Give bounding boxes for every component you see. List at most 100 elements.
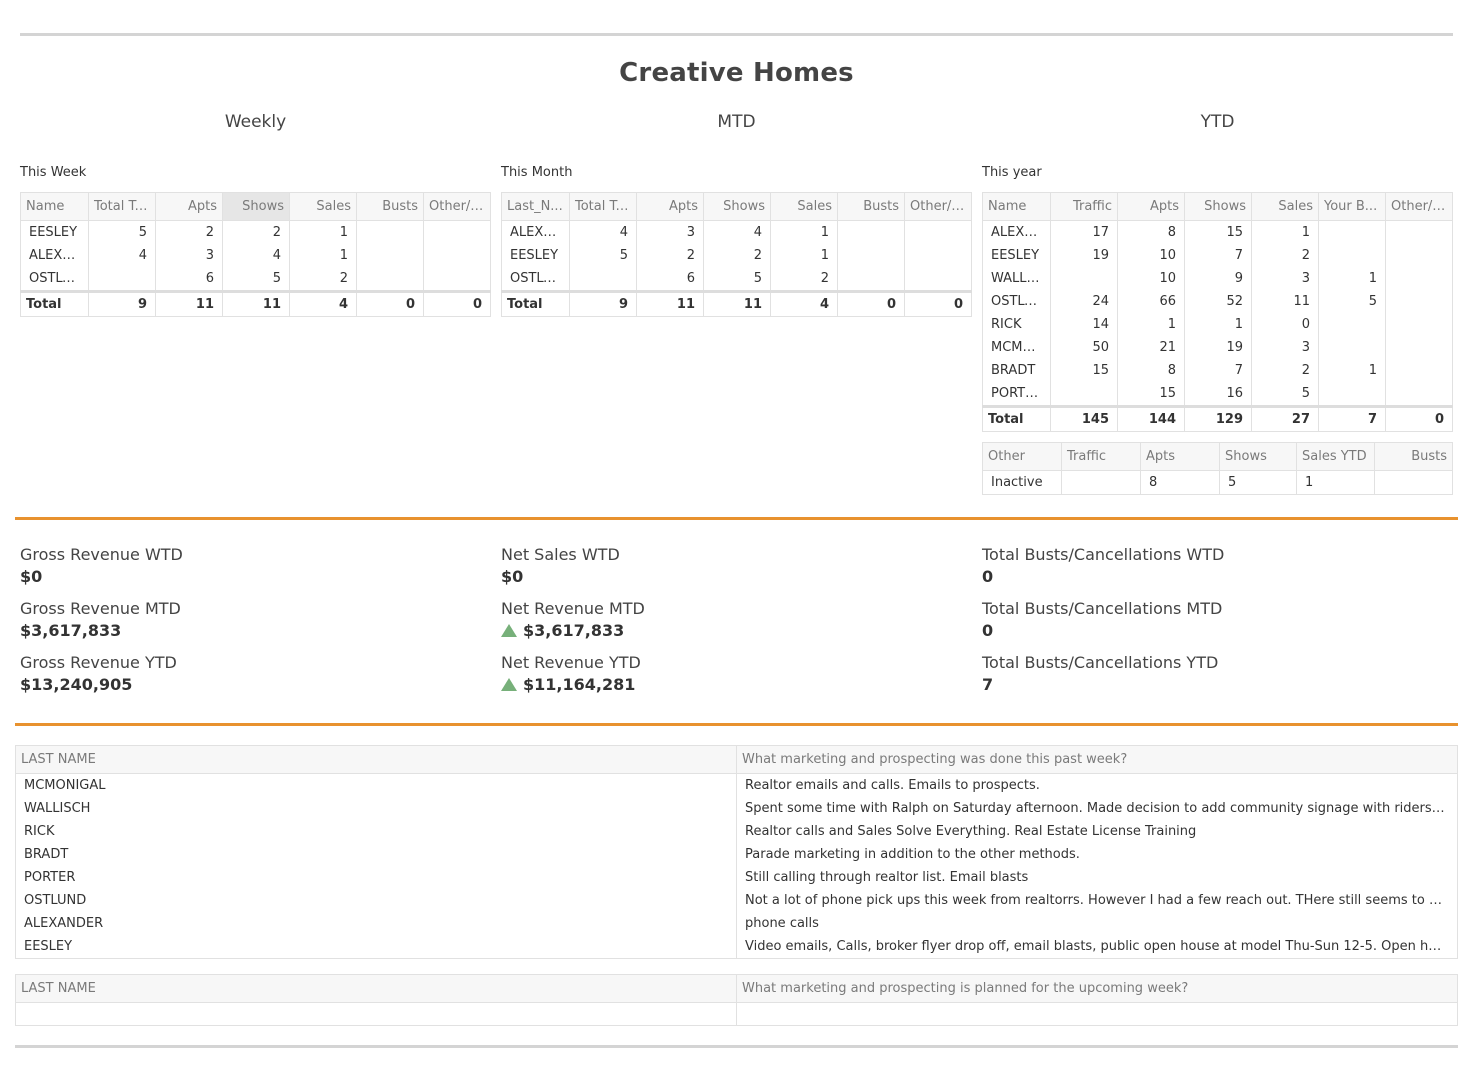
table-cell: 3 — [1251, 267, 1319, 290]
column-header[interactable]: Total Tr... — [569, 192, 637, 221]
table-cell: 3 — [636, 220, 704, 244]
table-cell: RICK — [15, 820, 737, 843]
table-cell: 5 — [222, 267, 290, 292]
kpi-value: $3,617,833 — [20, 621, 122, 640]
table-cell: 1 — [289, 244, 357, 267]
table-cell: 8 — [1117, 220, 1185, 244]
column-header[interactable]: LAST NAME — [15, 745, 737, 774]
section-weekly-heading: Weekly — [224, 112, 287, 132]
total-cell: Total — [20, 290, 89, 317]
table-row: MCMO... 50 21 19 3 — [982, 336, 1453, 359]
column-header[interactable]: Apts — [155, 192, 223, 221]
kpi-label: Gross Revenue WTD — [20, 545, 183, 564]
table-cell — [1385, 290, 1453, 313]
column-header[interactable]: Last_N... — [501, 192, 570, 221]
table-cell — [1318, 382, 1386, 407]
kpi-value: 7 — [982, 675, 994, 694]
upcoming-week-notes-table: LAST NAME What marketing and prospecting… — [15, 974, 1458, 1026]
column-header[interactable]: Busts — [356, 192, 424, 221]
column-header[interactable]: What marketing and prospecting is planne… — [736, 974, 1458, 1003]
column-header[interactable]: Other/F... — [1385, 192, 1453, 221]
table-cell: 5 — [1251, 382, 1319, 407]
column-header[interactable]: Apts — [636, 192, 704, 221]
total-cell: 0 — [423, 290, 491, 317]
column-header[interactable]: Busts — [1374, 442, 1453, 471]
column-header[interactable]: Other/F... — [904, 192, 972, 221]
total-cell: 9 — [569, 290, 637, 317]
table-row: PORTER 15 16 5 — [982, 382, 1453, 407]
table-cell: 5 — [1318, 290, 1386, 313]
table-cell: 1 — [1117, 313, 1185, 336]
table-row: WALLISCH Spent some time with Ralph on Sa… — [15, 797, 1458, 820]
kpi-divider-bottom — [15, 723, 1458, 726]
column-header[interactable]: Other/F... — [423, 192, 491, 221]
table-row: ALEXA... 4 3 4 1 — [20, 244, 491, 267]
table-cell — [88, 267, 156, 292]
table-cell: 16 — [1184, 382, 1252, 407]
table-cell: EESLEY — [20, 220, 89, 244]
table-cell: 17 — [1050, 220, 1118, 244]
total-cell: 0 — [904, 290, 972, 317]
table-cell: 1 — [770, 244, 838, 267]
table-cell — [1385, 359, 1453, 382]
column-header[interactable]: Name — [20, 192, 89, 221]
column-header[interactable]: Shows — [703, 192, 771, 221]
column-header[interactable]: Other — [982, 442, 1062, 471]
column-header[interactable]: Sales — [1251, 192, 1319, 221]
kpi-value: $11,164,281 — [523, 675, 636, 694]
table-cell: 10 — [1117, 244, 1185, 267]
kpi-value: $0 — [20, 567, 43, 586]
table-cell — [423, 267, 491, 292]
column-header[interactable]: Name — [982, 192, 1051, 221]
table-row: OSTLU... 6 5 2 — [501, 267, 972, 292]
table-cell — [1385, 313, 1453, 336]
table-cell: Inactive — [982, 470, 1062, 495]
kpi-value: 0 — [982, 621, 994, 640]
column-header[interactable]: Total Tr... — [88, 192, 156, 221]
table-row: ALEXA... 17 8 15 1 — [982, 220, 1453, 244]
table-row: WALLI... 10 9 3 1 — [982, 267, 1453, 290]
total-cell: 11 — [222, 290, 290, 317]
column-header[interactable]: Apts — [1117, 192, 1185, 221]
column-header[interactable]: Traffic — [1050, 192, 1118, 221]
kpi-label: Total Busts/Cancellations WTD — [982, 545, 1225, 564]
table-row: OSTLUND Not a lot of phone pick ups this … — [15, 889, 1458, 912]
column-header[interactable]: Shows — [1219, 442, 1297, 471]
table-cell: RICK — [982, 313, 1051, 336]
table-row: RICK 14 1 1 0 — [982, 313, 1453, 336]
weekly-caption: This Week — [20, 165, 87, 180]
column-header[interactable]: What marketing and prospecting was done … — [736, 745, 1458, 774]
table-cell: 2 — [155, 220, 223, 244]
column-header[interactable]: Traffic — [1061, 442, 1141, 471]
table-cell: 1 — [1318, 267, 1386, 290]
table-cell: 2 — [636, 244, 704, 267]
column-header[interactable]: Sales YTD — [1296, 442, 1375, 471]
table-cell: 3 — [1251, 336, 1319, 359]
column-header[interactable]: Busts — [837, 192, 905, 221]
table-cell: 1 — [770, 220, 838, 244]
total-row: Total 9 11 11 4 0 0 — [501, 290, 972, 317]
column-header[interactable]: LAST NAME — [15, 974, 737, 1003]
table-cell: MCMONIGAL — [15, 773, 737, 797]
table-cell: 7 — [1184, 244, 1252, 267]
column-header[interactable]: Your B... — [1318, 192, 1386, 221]
column-header[interactable]: Shows — [1184, 192, 1252, 221]
table-cell: ALEXA... — [20, 244, 89, 267]
table-cell: 2 — [289, 267, 357, 292]
kpi-label: Total Busts/Cancellations YTD — [982, 653, 1219, 672]
table-cell: Realtor calls and Sales Solve Everything… — [736, 820, 1458, 843]
column-header[interactable]: Apts — [1140, 442, 1220, 471]
table-cell: 4 — [88, 244, 156, 267]
table-cell — [356, 220, 424, 244]
table-cell: Realtor emails and calls. Emails to pros… — [736, 773, 1458, 797]
column-header[interactable]: Sales — [770, 192, 838, 221]
table-cell: WALLI... — [982, 267, 1051, 290]
table-cell: 10 — [1117, 267, 1185, 290]
column-header[interactable]: Shows — [222, 192, 290, 221]
column-header[interactable]: Sales — [289, 192, 357, 221]
table-cell: Still calling through realtor list. Emai… — [736, 866, 1458, 889]
kpi-label: Net Revenue YTD — [501, 653, 641, 672]
table-cell — [736, 1002, 1458, 1026]
table-cell: 2 — [703, 244, 771, 267]
table-cell: 5 — [569, 244, 637, 267]
